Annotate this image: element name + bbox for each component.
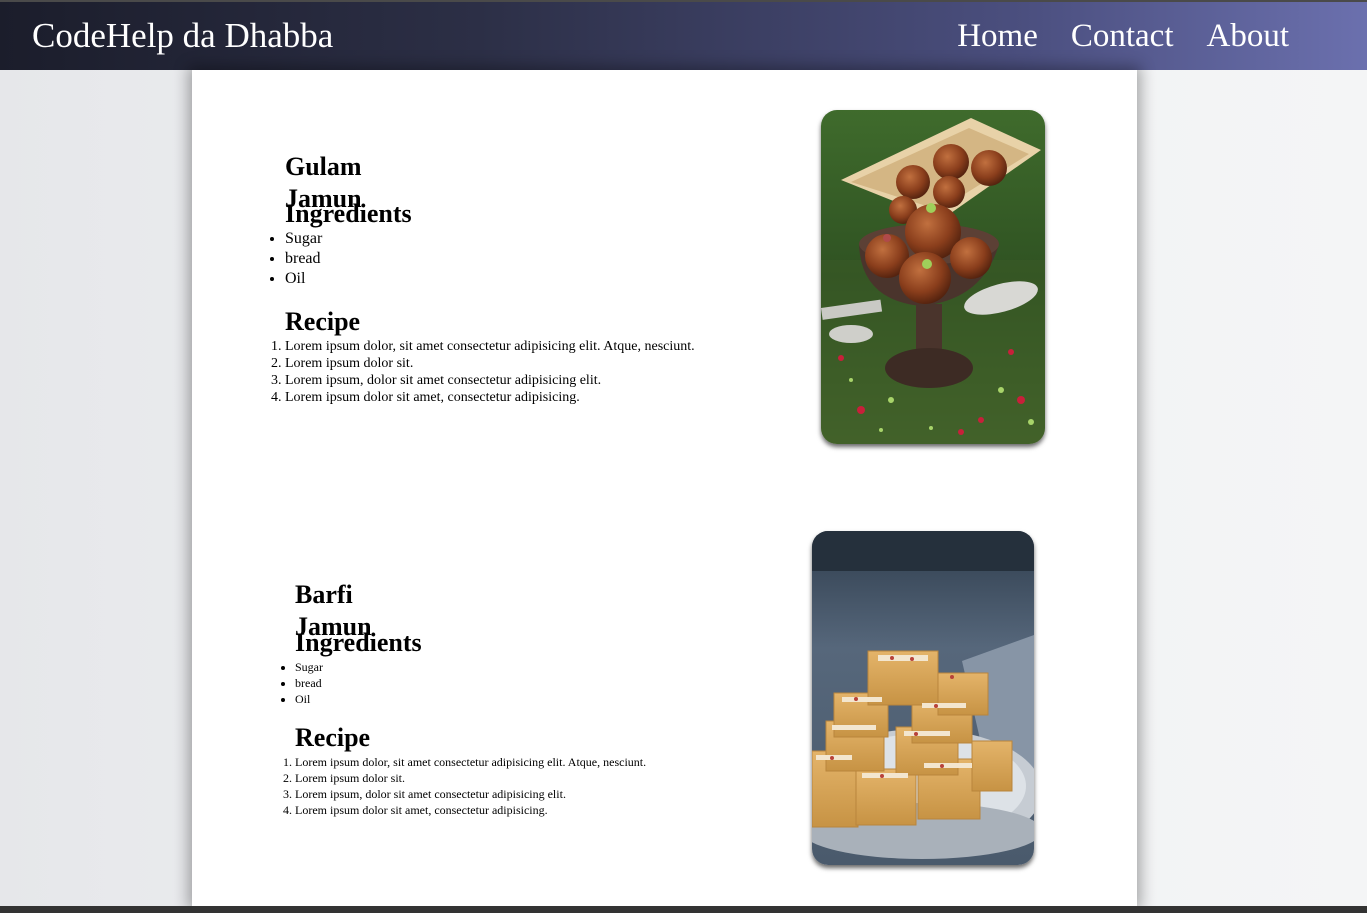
brand-title: CodeHelp da Dhabba [32,16,334,55]
recipe-step: Lorem ipsum, dolor sit amet consectetur … [285,372,785,389]
recipe-heading: Recipe [285,307,361,336]
recipe-steps: Lorem ipsum dolor, sit amet consectetur … [285,338,785,406]
ingredients-heading: Ingredients [295,628,422,657]
ingredients-list: Sugar bread Oil [285,229,585,289]
ingredients-heading: Ingredients [285,199,412,228]
ingredient-item: bread [295,675,595,691]
recipe-step: Lorem ipsum dolor sit amet, consectetur … [295,802,795,818]
nav-link-contact[interactable]: Contact [1071,16,1174,56]
nav-links: Home Contact About [957,16,1289,56]
navbar: CodeHelp da Dhabba Home Contact About [0,2,1367,70]
recipe-step: Lorem ipsum dolor, sit amet consectetur … [285,338,785,355]
ingredient-item: Oil [295,691,595,707]
gulab-jamun-photo [821,110,1045,444]
ingredient-item: Oil [285,269,585,289]
window-bottom-border [0,906,1367,913]
barfi-photo [812,531,1034,865]
recipe-step: Lorem ipsum dolor sit amet, consectetur … [285,389,785,406]
ingredient-item: bread [285,249,585,269]
nav-link-about[interactable]: About [1207,16,1290,56]
recipe-step: Lorem ipsum dolor sit. [295,770,795,786]
nav-link-home[interactable]: Home [957,16,1038,56]
recipe-step: Lorem ipsum, dolor sit amet consectetur … [295,786,795,802]
ingredients-list: Sugar bread Oil [295,659,595,707]
recipes-container: Gulam Jamun Ingredients Sugar bread Oil … [192,70,1137,906]
ingredient-item: Sugar [295,659,595,675]
recipe-heading: Recipe [295,723,371,752]
recipe-step: Lorem ipsum dolor, sit amet consectetur … [295,754,795,770]
ingredient-item: Sugar [285,229,585,249]
recipe-steps: Lorem ipsum dolor, sit amet consectetur … [295,754,795,818]
recipe-step: Lorem ipsum dolor sit. [285,355,785,372]
